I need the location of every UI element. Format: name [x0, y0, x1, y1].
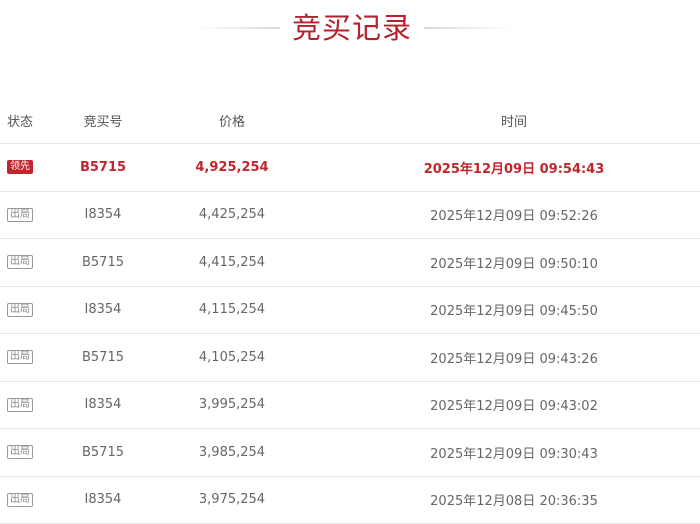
table-row: 出局 B5715 4,105,254 2025年12月09日 09:43:26	[0, 334, 700, 382]
bid-number-cell: I8354	[58, 287, 148, 334]
column-header-price: 价格	[176, 97, 288, 143]
status-badge-out: 出局	[7, 350, 33, 364]
price-cell: 4,415,254	[176, 239, 288, 286]
status-badge-out: 出局	[7, 208, 33, 222]
table-row: 出局 I8354 3,975,254 2025年12月08日 20:36:35	[0, 477, 700, 524]
table-row: 出局 I8354 4,115,254 2025年12月09日 09:45:50	[0, 287, 700, 335]
time-cell: 2025年12月09日 09:45:50	[380, 287, 648, 334]
bid-number-cell: B5715	[58, 144, 148, 191]
column-header-bid-number: 竞买号	[58, 97, 148, 143]
section-title-bar: 竞买记录	[0, 0, 700, 58]
bid-number-cell: I8354	[58, 382, 148, 429]
status-badge-out: 出局	[7, 303, 33, 317]
price-cell: 3,995,254	[176, 382, 288, 429]
bid-record-table: 状态 竞买号 价格 时间 领先 B5715 4,925,254 2025年12月…	[0, 97, 700, 524]
column-header-time: 时间	[380, 97, 648, 143]
bid-number-cell: I8354	[58, 192, 148, 239]
time-cell: 2025年12月09日 09:43:26	[380, 334, 648, 381]
time-cell: 2025年12月09日 09:43:02	[380, 382, 648, 429]
table-row: 出局 B5715 4,415,254 2025年12月09日 09:50:10	[0, 239, 700, 287]
time-cell: 2025年12月09日 09:54:43	[380, 144, 648, 191]
status-badge-out: 出局	[7, 493, 33, 507]
table-row: 出局 I8354 4,425,254 2025年12月09日 09:52:26	[0, 192, 700, 240]
page-title: 竞买记录	[280, 8, 424, 48]
title-divider-left	[195, 27, 280, 29]
bid-number-cell: B5715	[58, 239, 148, 286]
price-cell: 3,975,254	[176, 477, 288, 524]
table-row: 出局 I8354 3,995,254 2025年12月09日 09:43:02	[0, 382, 700, 430]
bid-number-cell: I8354	[58, 477, 148, 524]
bid-number-cell: B5715	[58, 429, 148, 476]
price-cell: 4,105,254	[176, 334, 288, 381]
status-badge-leading: 领先	[7, 160, 33, 174]
price-cell: 4,925,254	[176, 144, 288, 191]
status-badge-out: 出局	[7, 445, 33, 459]
price-cell: 4,115,254	[176, 287, 288, 334]
price-cell: 4,425,254	[176, 192, 288, 239]
status-badge-out: 出局	[7, 398, 33, 412]
status-badge-out: 出局	[7, 255, 33, 269]
price-cell: 3,985,254	[176, 429, 288, 476]
table-row: 出局 B5715 3,985,254 2025年12月09日 09:30:43	[0, 429, 700, 477]
time-cell: 2025年12月08日 20:36:35	[380, 477, 648, 524]
time-cell: 2025年12月09日 09:30:43	[380, 429, 648, 476]
time-cell: 2025年12月09日 09:50:10	[380, 239, 648, 286]
table-row-leading: 领先 B5715 4,925,254 2025年12月09日 09:54:43	[0, 144, 700, 192]
title-divider-right	[424, 27, 514, 29]
time-cell: 2025年12月09日 09:52:26	[380, 192, 648, 239]
table-header-row: 状态 竞买号 价格 时间	[0, 97, 700, 144]
bid-number-cell: B5715	[58, 334, 148, 381]
